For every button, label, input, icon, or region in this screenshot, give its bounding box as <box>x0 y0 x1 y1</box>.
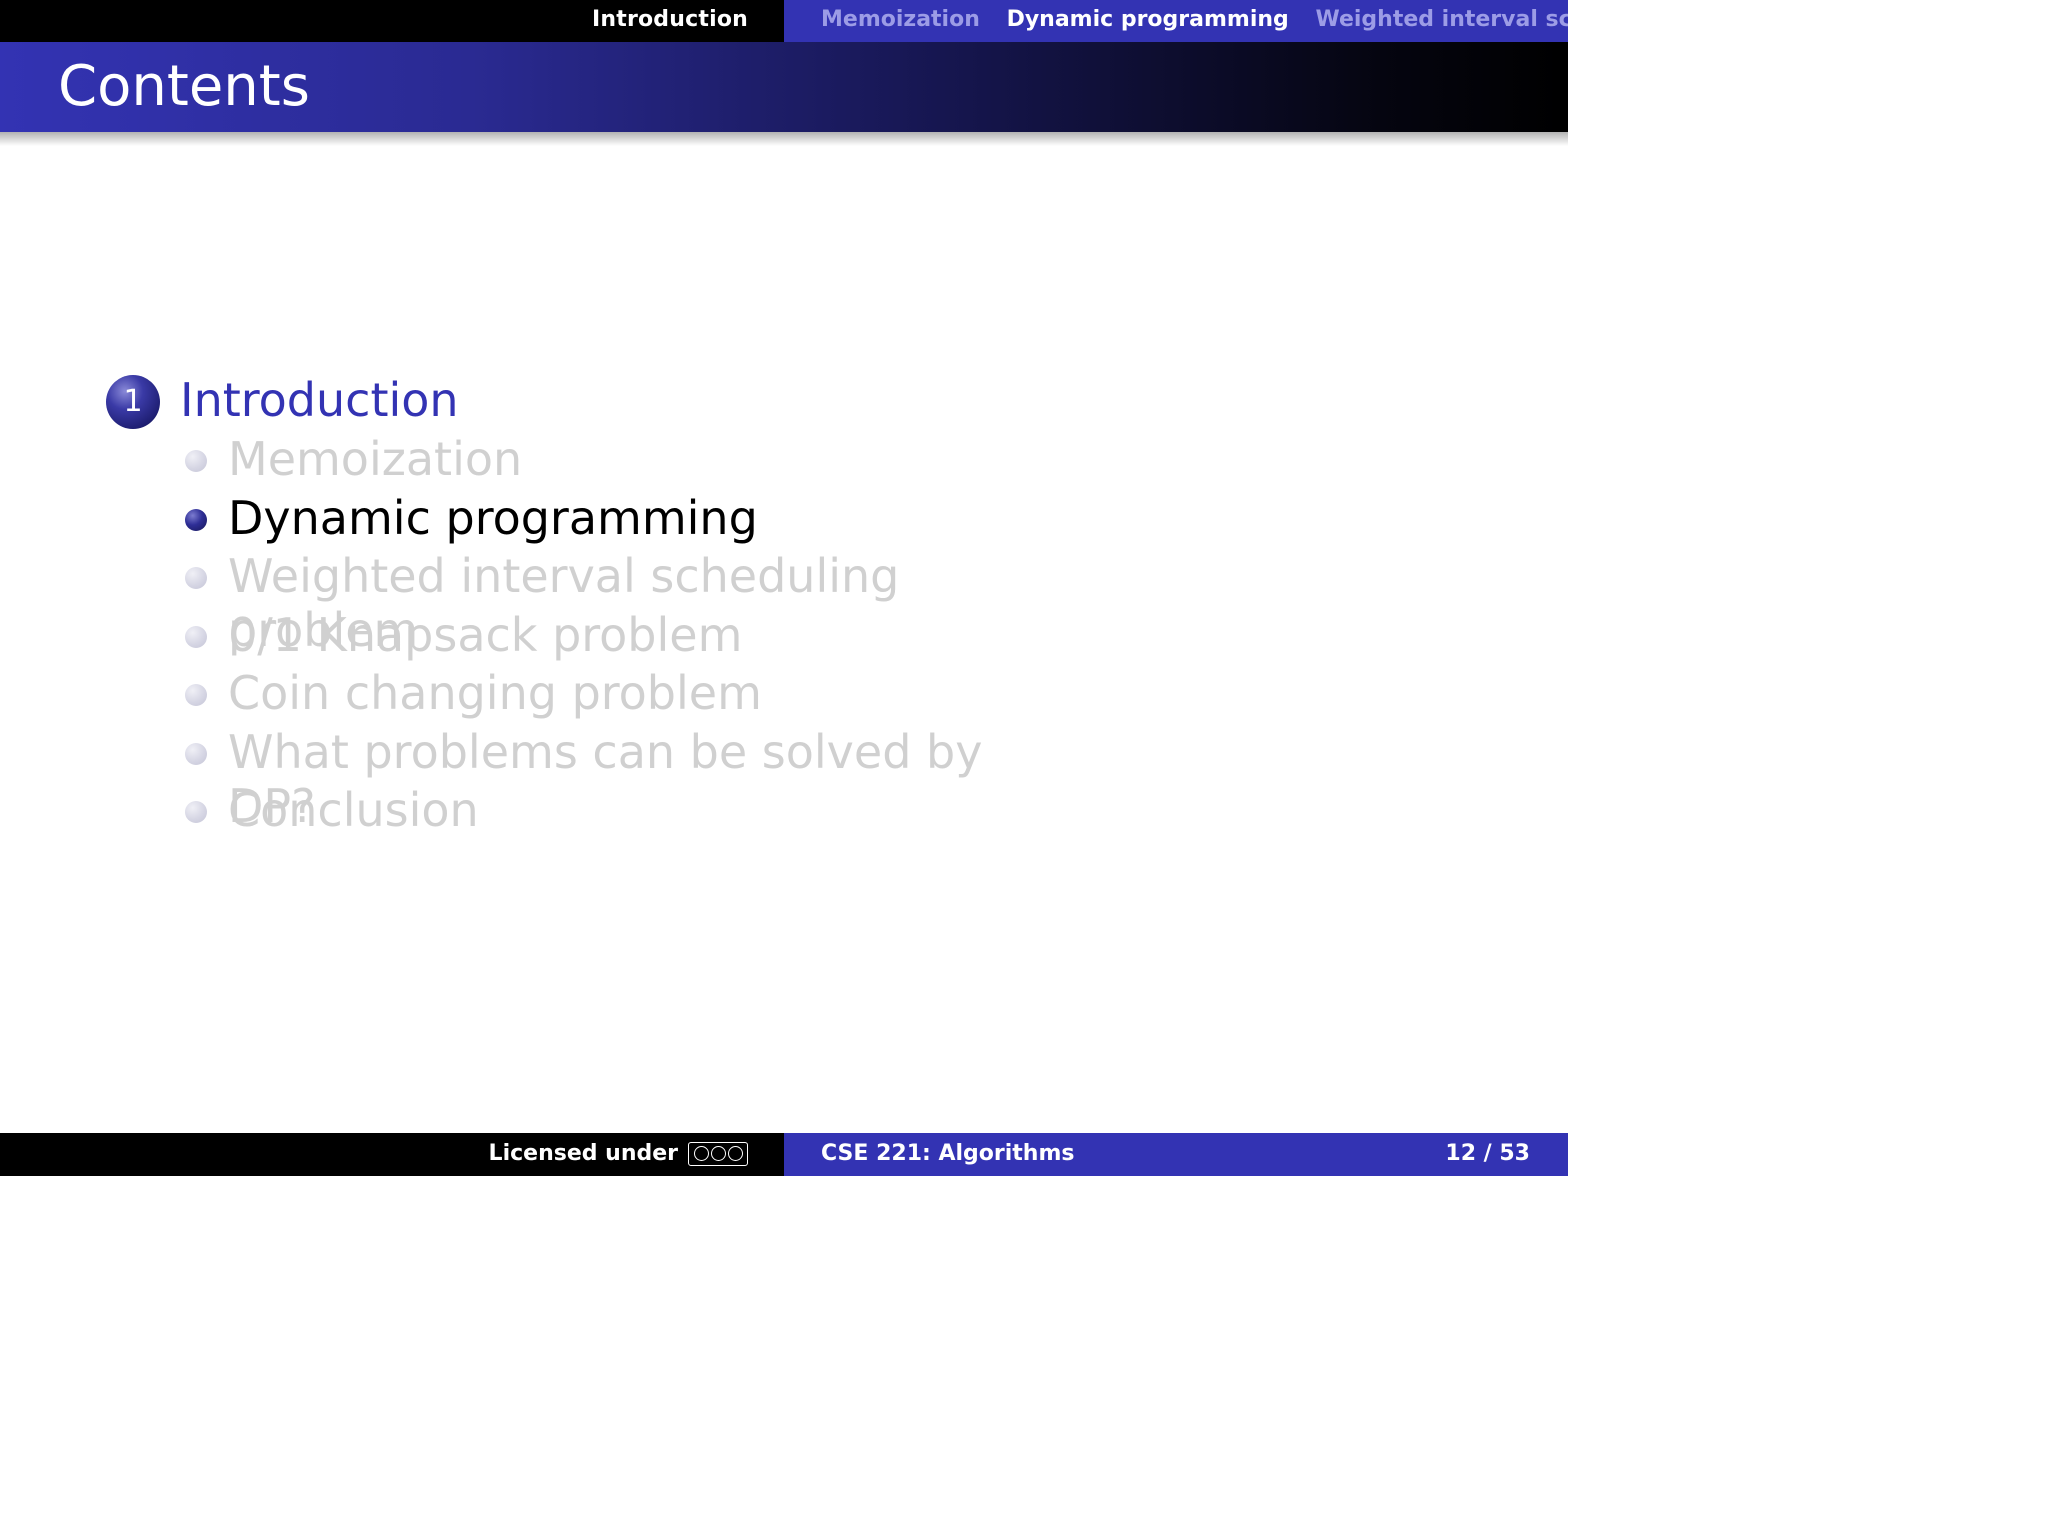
toc-item-conclusion[interactable]: Conclusion <box>0 783 1000 841</box>
page-title: Contents <box>58 54 310 119</box>
nav-subsection-area: Memoization Dynamic programming Weighted… <box>784 0 1568 42</box>
bullet-icon <box>185 567 207 589</box>
bullet-icon <box>185 684 207 706</box>
toc-item-what-problems-dp[interactable]: What problems can be solved by DP? <box>0 725 1000 833</box>
bullet-icon <box>185 509 207 531</box>
bullet-icon <box>185 743 207 765</box>
toc-item-memoization[interactable]: Memoization <box>0 432 1000 490</box>
course-title: CSE 221: Algorithms <box>821 1141 1075 1166</box>
page-number: 12 / 53 <box>1445 1141 1530 1166</box>
toc-section-introduction[interactable]: Introduction <box>180 373 459 427</box>
license-text: Licensed under <box>488 1141 678 1166</box>
toc-item-label: Dynamic programming <box>228 491 758 545</box>
footer-bar: Licensed under CSE 221: Algorithms 12 / … <box>0 1133 1568 1176</box>
nav-subsection-dynamic-programming[interactable]: Dynamic programming <box>1007 7 1289 32</box>
toc-item-dynamic-programming[interactable]: Dynamic programming <box>0 491 1000 549</box>
toc-item-label: Conclusion <box>228 783 479 837</box>
nav-subsection-weighted-interval[interactable]: Weighted interval sched <box>1315 7 1568 32</box>
footer-license-area: Licensed under <box>0 1133 784 1176</box>
toc-item-label: Coin changing problem <box>228 666 762 720</box>
top-navigation-bar: Introduction Memoization Dynamic program… <box>0 0 1568 42</box>
footer-course-area: CSE 221: Algorithms 12 / 53 <box>784 1133 1568 1176</box>
toc-item-knapsack[interactable]: 0/1 Knapsack problem <box>0 608 1000 666</box>
bullet-icon <box>185 801 207 823</box>
nav-section-area: Introduction <box>0 0 784 42</box>
title-bar-shadow <box>0 132 1568 146</box>
cc-by-nc-sa-icon <box>688 1141 748 1166</box>
toc-item-coin-changing[interactable]: Coin changing problem <box>0 666 1000 724</box>
bullet-icon <box>185 450 207 472</box>
toc-item-label: 0/1 Knapsack problem <box>228 608 743 662</box>
toc-item-label: Memoization <box>228 432 523 486</box>
license-notice: Licensed under <box>489 1141 748 1166</box>
section-number-badge: 1 <box>106 375 160 429</box>
nav-subsection-memoization[interactable]: Memoization <box>821 7 980 32</box>
frame-title-bar: Contents <box>0 42 1568 132</box>
bullet-icon <box>185 626 207 648</box>
nav-section-introduction[interactable]: Introduction <box>592 7 748 32</box>
toc-item-weighted-interval-scheduling[interactable]: Weighted interval scheduling problem <box>0 549 1000 657</box>
nav-subsection-list: Memoization Dynamic programming Weighted… <box>821 7 1568 32</box>
